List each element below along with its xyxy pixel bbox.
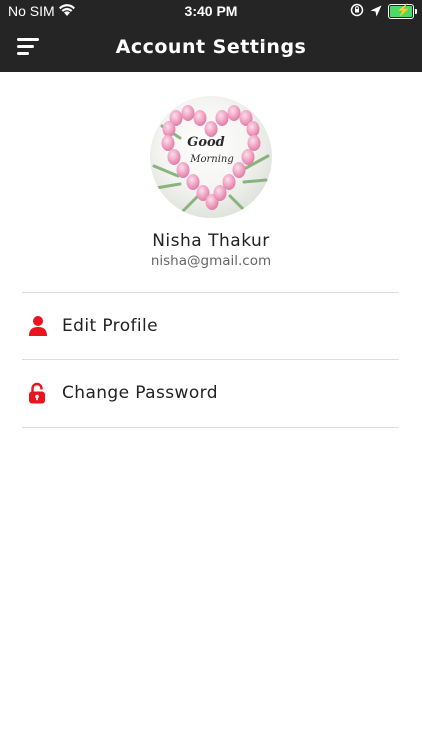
person-icon — [22, 315, 60, 337]
avatar-text-morning: Morning — [189, 154, 234, 165]
profile-email: nisha@gmail.com — [150, 253, 272, 269]
avatar-text-good: Good — [187, 135, 225, 150]
battery-icon: ⚡ — [388, 3, 417, 19]
change-password-label: Change Password — [62, 383, 218, 403]
status-icons: ⚡ — [350, 3, 417, 20]
location-arrow-icon — [370, 4, 382, 20]
change-password-item[interactable]: Change Password — [22, 360, 399, 426]
divider — [22, 427, 399, 428]
orientation-lock-icon — [350, 3, 364, 20]
page-title: Account Settings — [115, 36, 307, 58]
status-bar: No SIM 3:40 PM ⚡ — [0, 0, 422, 24]
header-bar: No SIM 3:40 PM ⚡ Account Settings — [0, 0, 422, 72]
lock-icon — [22, 382, 60, 404]
edit-profile-item[interactable]: Edit Profile — [22, 293, 399, 359]
profile-name: Nisha Thakur — [152, 231, 270, 251]
edit-profile-label: Edit Profile — [62, 316, 158, 336]
avatar[interactable]: Good Morning — [150, 96, 272, 218]
